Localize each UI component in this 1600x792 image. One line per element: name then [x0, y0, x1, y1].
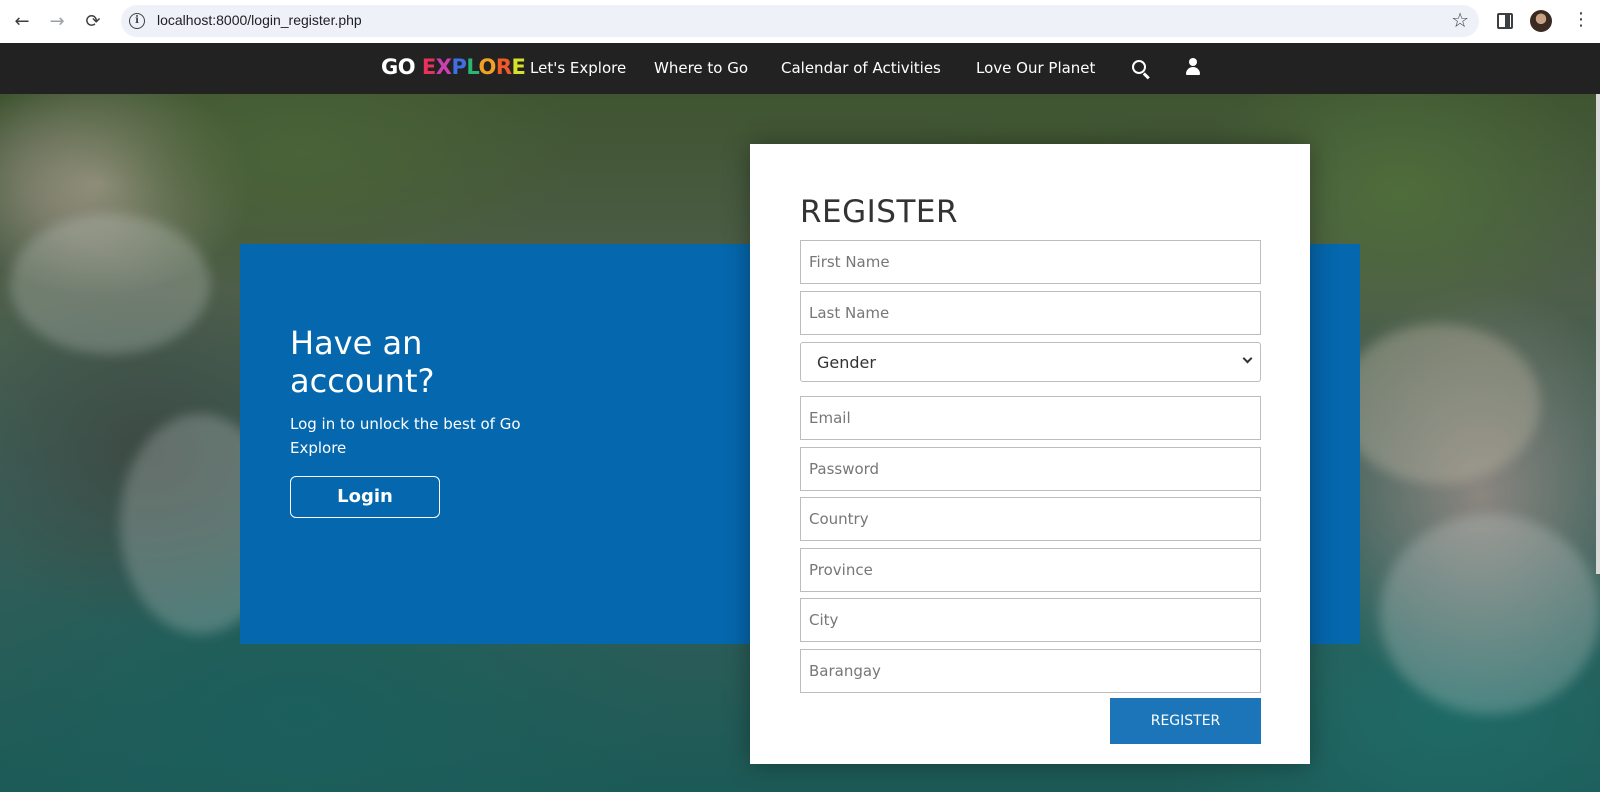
logo-letter: L	[466, 55, 479, 79]
nav-calendar-of-activities[interactable]: Calendar of Activities	[781, 59, 941, 77]
user-icon[interactable]	[1185, 58, 1201, 76]
scrollbar[interactable]	[1596, 94, 1600, 574]
register-card: REGISTER Gender REGISTER	[750, 144, 1310, 764]
bookmark-star-icon[interactable]: ☆	[1451, 8, 1469, 32]
province-field[interactable]	[800, 548, 1261, 592]
city-field[interactable]	[800, 598, 1261, 642]
register-button[interactable]: REGISTER	[1110, 698, 1261, 744]
login-heading: Have an account?	[290, 324, 435, 400]
email-field[interactable]	[800, 396, 1261, 440]
last-name-field[interactable]	[800, 291, 1261, 335]
logo-letter: R	[495, 55, 512, 79]
first-name-field[interactable]	[800, 240, 1261, 284]
logo-letter: E	[421, 55, 436, 79]
chevron-down-icon	[1242, 353, 1253, 364]
browser-toolbar: ← → ⟳ i localhost:8000/login_register.ph…	[0, 0, 1600, 43]
country-field[interactable]	[800, 497, 1261, 541]
logo-explore: EXPLORE	[422, 55, 526, 79]
logo-letter: O	[478, 55, 497, 79]
gender-select-value: Gender	[817, 353, 876, 372]
profile-avatar[interactable]	[1530, 10, 1552, 32]
logo-letter: X	[435, 55, 452, 79]
logo-letter: P	[451, 55, 467, 79]
side-panel-icon[interactable]	[1497, 13, 1513, 29]
nav-where-to-go[interactable]: Where to Go	[654, 59, 748, 77]
logo-go: GO	[381, 55, 422, 79]
nav-love-our-planet[interactable]: Love Our Planet	[976, 59, 1095, 77]
logo-letter: E	[511, 55, 526, 79]
site-header: GO EXPLORE Let's Explore Where to Go Cal…	[0, 43, 1600, 94]
password-field[interactable]	[800, 447, 1261, 491]
reload-icon[interactable]: ⟳	[81, 9, 105, 33]
gender-select[interactable]: Gender	[800, 342, 1261, 382]
search-icon[interactable]	[1132, 60, 1146, 74]
login-button[interactable]: Login	[290, 476, 440, 518]
browser-menu-icon[interactable]: ⋮	[1572, 9, 1590, 30]
barangay-field[interactable]	[800, 649, 1261, 693]
back-icon[interactable]: ←	[10, 9, 34, 33]
nav-lets-explore[interactable]: Let's Explore	[530, 59, 626, 77]
login-subtitle: Log in to unlock the best of Go Explore	[290, 415, 521, 457]
site-logo[interactable]: GO EXPLORE	[381, 55, 526, 79]
url-text[interactable]: localhost:8000/login_register.php	[157, 12, 362, 28]
register-title: REGISTER	[800, 194, 959, 230]
site-info-icon[interactable]: i	[129, 13, 145, 29]
address-bar[interactable]: i localhost:8000/login_register.php ☆	[121, 5, 1479, 37]
forward-icon[interactable]: →	[45, 9, 69, 33]
